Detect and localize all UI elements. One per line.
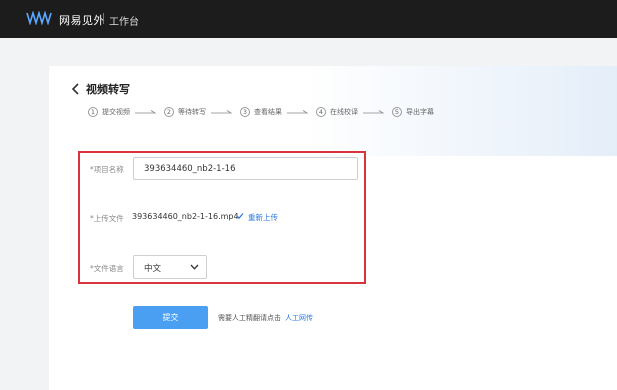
step-label: 提交视频 <box>102 108 130 116</box>
project-name-label: *项目名称 <box>90 165 124 174</box>
chevron-down-icon <box>190 264 199 270</box>
step-label: 导出字幕 <box>406 108 434 116</box>
upload-file-label: *上传文件 <box>90 214 124 223</box>
step-number: 5 <box>392 107 402 117</box>
step-arrow-icon <box>363 110 385 114</box>
step-arrow-icon <box>211 110 233 114</box>
page-title: 视频转写 <box>86 83 130 96</box>
step-number: 4 <box>316 107 326 117</box>
project-name-input[interactable] <box>133 157 358 180</box>
top-navigation-bar: 网易见外 工作台 <box>0 0 617 38</box>
step-number: 2 <box>164 107 174 117</box>
step-arrow-icon <box>135 110 157 114</box>
wave-logo-icon[interactable] <box>26 11 54 25</box>
brand-name[interactable]: 网易见外 <box>59 12 105 28</box>
uploaded-file-name: 393634460_nb2-1-16.mp4 <box>132 212 239 221</box>
submit-button[interactable]: 提交 <box>133 306 208 329</box>
header-divider <box>103 13 104 24</box>
step-export-subtitle: 5 导出字幕 <box>392 106 434 118</box>
reupload-link[interactable]: 重新上传 <box>248 212 278 223</box>
human-translate-hint: 需要人工精翻请点击 人工网传 <box>218 313 313 323</box>
step-view-result: 3 查看结果 <box>240 106 282 118</box>
step-label: 在线校译 <box>330 108 358 116</box>
step-arrow-icon <box>287 110 309 114</box>
human-translate-link[interactable]: 人工网传 <box>285 314 313 322</box>
step-wait-transcribe: 2 等待转写 <box>164 106 206 118</box>
help-text: 需要人工精翻请点击 <box>218 314 281 322</box>
file-language-label: *文件语言 <box>90 264 124 273</box>
check-icon <box>236 213 244 220</box>
step-label: 等待转写 <box>178 108 206 116</box>
workspace-link[interactable]: 工作台 <box>109 13 139 28</box>
step-online-proofread: 4 在线校译 <box>316 106 358 118</box>
step-label: 查看结果 <box>254 108 282 116</box>
language-select[interactable]: 中文 <box>133 255 207 279</box>
step-number: 3 <box>240 107 250 117</box>
step-number: 1 <box>88 107 98 117</box>
language-selected-value: 中文 <box>144 264 162 274</box>
step-submit-video: 1 提交视频 <box>88 106 130 118</box>
chevron-left-icon[interactable] <box>71 83 81 95</box>
